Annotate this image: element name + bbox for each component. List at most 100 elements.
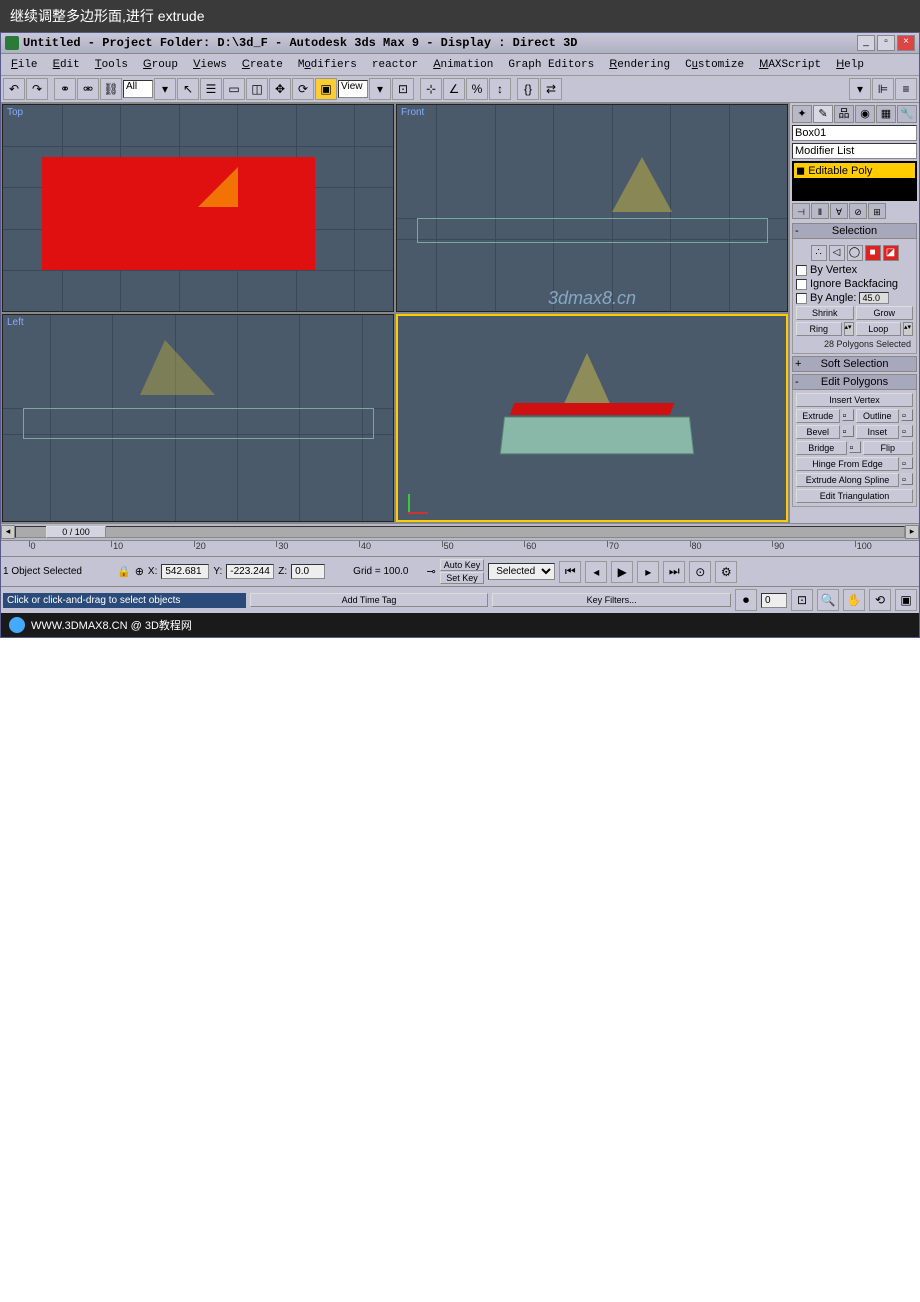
pan-icon[interactable]: ✋ bbox=[843, 589, 865, 611]
close-button[interactable]: × bbox=[897, 35, 915, 51]
time-next-icon[interactable]: ▸ bbox=[905, 525, 919, 539]
hinge-settings-icon[interactable]: ▫ bbox=[901, 457, 913, 469]
polygon-subobj-icon[interactable]: ■ bbox=[865, 245, 881, 261]
x-input[interactable] bbox=[161, 564, 209, 579]
edit-polygons-rollout-header[interactable]: -Edit Polygons bbox=[792, 374, 917, 390]
menu-reactor[interactable]: reactor bbox=[366, 57, 424, 73]
show-result-icon[interactable]: Ⅱ bbox=[811, 203, 829, 219]
menu-tools[interactable]: Tools bbox=[89, 56, 134, 73]
viewport-perspective[interactable] bbox=[396, 314, 788, 522]
mirror-button[interactable]: ⇄ bbox=[540, 78, 562, 100]
extrude-button[interactable]: Extrude bbox=[796, 409, 840, 423]
lock-icon[interactable]: 🔒 bbox=[117, 565, 131, 578]
named-sets-button[interactable]: {} bbox=[517, 78, 539, 100]
menu-customize[interactable]: Customize bbox=[679, 56, 750, 73]
key-filters-button[interactable]: Key Filters... bbox=[492, 593, 731, 607]
vertex-subobj-icon[interactable]: ∴ bbox=[811, 245, 827, 261]
z-input[interactable] bbox=[291, 564, 325, 579]
bevel-settings-icon[interactable]: ▫ bbox=[842, 425, 854, 437]
utilities-tab[interactable]: 🔧 bbox=[897, 105, 917, 123]
flip-button[interactable]: Flip bbox=[863, 441, 914, 455]
bridge-button[interactable]: Bridge bbox=[796, 441, 847, 455]
select-region-button[interactable]: ▭ bbox=[223, 78, 245, 100]
extrude-settings-icon[interactable]: ▫ bbox=[842, 409, 854, 421]
ignore-backfacing-checkbox[interactable] bbox=[796, 279, 807, 290]
min-max-icon[interactable]: ▣ bbox=[895, 589, 917, 611]
time-prev-icon[interactable]: ◂ bbox=[1, 525, 15, 539]
hierarchy-tab[interactable]: 品 bbox=[834, 105, 854, 123]
key-icon[interactable]: ⊸ bbox=[426, 565, 435, 578]
key-mode-icon[interactable]: ⊙ bbox=[689, 561, 711, 583]
modify-tab[interactable]: ✎ bbox=[813, 105, 833, 123]
time-config-icon[interactable]: ⚙ bbox=[715, 561, 737, 583]
bevel-button[interactable]: Bevel bbox=[796, 425, 840, 439]
menu-help[interactable]: Help bbox=[830, 56, 870, 73]
link-button[interactable]: ⚭ bbox=[54, 78, 76, 100]
extrude-spline-button[interactable]: Extrude Along Spline bbox=[796, 473, 899, 487]
window-crossing-button[interactable]: ◫ bbox=[246, 78, 268, 100]
loop-spinner[interactable]: ▴▾ bbox=[903, 322, 913, 336]
align-button[interactable]: ⊫ bbox=[872, 78, 894, 100]
menu-animation[interactable]: Animation bbox=[427, 56, 499, 73]
prev-frame-icon[interactable]: ◂ bbox=[585, 561, 607, 583]
y-input[interactable] bbox=[226, 564, 274, 579]
autokey-button[interactable]: Auto Key bbox=[440, 559, 485, 571]
undo-button[interactable]: ↶ bbox=[3, 78, 25, 100]
pivot-button[interactable]: ⊡ bbox=[392, 78, 414, 100]
time-slider-track[interactable]: 0 / 100 bbox=[15, 526, 905, 538]
restore-button[interactable]: ▫ bbox=[877, 35, 895, 51]
redo-button[interactable]: ↷ bbox=[26, 78, 48, 100]
menu-create[interactable]: Create bbox=[236, 56, 289, 73]
menu-group[interactable]: Group bbox=[137, 56, 184, 73]
by-angle-checkbox[interactable] bbox=[796, 293, 807, 304]
selection-rollout-header[interactable]: -Selection bbox=[792, 223, 917, 239]
menu-views[interactable]: Views bbox=[187, 56, 233, 73]
create-tab[interactable]: ✦ bbox=[792, 105, 812, 123]
setkey-button[interactable]: Set Key bbox=[440, 572, 485, 584]
viewport-front[interactable]: Front 3dmax8.cn bbox=[396, 104, 788, 312]
key-mode-dropdown[interactable]: Selected bbox=[488, 563, 555, 580]
pin-stack-icon[interactable]: ⊣ bbox=[792, 203, 810, 219]
bind-button[interactable]: ⛓ bbox=[100, 78, 122, 100]
insert-vertex-button[interactable]: Insert Vertex bbox=[796, 393, 913, 407]
modifier-stack[interactable]: ◼ Editable Poly bbox=[792, 161, 917, 201]
shrink-button[interactable]: Shrink bbox=[796, 306, 854, 320]
next-frame-icon[interactable]: ▸ bbox=[637, 561, 659, 583]
dropdown-icon[interactable]: ▾ bbox=[849, 78, 871, 100]
select-button[interactable]: ↖ bbox=[177, 78, 199, 100]
ring-button[interactable]: Ring bbox=[796, 322, 842, 336]
abs-transform-icon[interactable]: ⊕ bbox=[135, 565, 144, 578]
border-subobj-icon[interactable]: ◯ bbox=[847, 245, 863, 261]
move-button[interactable]: ✥ bbox=[269, 78, 291, 100]
soft-selection-rollout-header[interactable]: +Soft Selection bbox=[792, 356, 917, 372]
edge-subobj-icon[interactable]: ◁ bbox=[829, 245, 845, 261]
extrude-spline-settings-icon[interactable]: ▫ bbox=[901, 473, 913, 485]
unlink-button[interactable]: ⚮ bbox=[77, 78, 99, 100]
layers-button[interactable]: ≡ bbox=[895, 78, 917, 100]
menu-edit[interactable]: Edit bbox=[47, 56, 86, 73]
dropdown-icon[interactable]: ▾ bbox=[369, 78, 391, 100]
menu-rendering[interactable]: Rendering bbox=[603, 56, 676, 73]
ref-coord-system[interactable]: View bbox=[338, 80, 368, 98]
add-time-tag-button[interactable]: Add Time Tag bbox=[250, 593, 489, 607]
time-slider-thumb[interactable]: 0 / 100 bbox=[46, 526, 106, 538]
grow-button[interactable]: Grow bbox=[856, 306, 914, 320]
edit-tri-button[interactable]: Edit Triangulation bbox=[796, 489, 913, 503]
zoom-icon[interactable]: 🔍 bbox=[817, 589, 839, 611]
menu-file[interactable]: File bbox=[5, 56, 44, 73]
ring-spinner[interactable]: ▴▾ bbox=[844, 322, 854, 336]
inset-settings-icon[interactable]: ▫ bbox=[901, 425, 913, 437]
arc-rotate-icon[interactable]: ⟲ bbox=[869, 589, 891, 611]
display-tab[interactable]: ▦ bbox=[876, 105, 896, 123]
menu-grapheditors[interactable]: Graph Editors bbox=[502, 57, 600, 73]
menu-modifiers[interactable]: Modifiers bbox=[292, 56, 363, 73]
select-name-button[interactable]: ☰ bbox=[200, 78, 222, 100]
scale-button[interactable]: ▣ bbox=[315, 78, 337, 100]
percent-snap-button[interactable]: % bbox=[466, 78, 488, 100]
angle-snap-button[interactable]: ∠ bbox=[443, 78, 465, 100]
modifier-list-dropdown[interactable]: Modifier List bbox=[792, 143, 917, 159]
dropdown-icon[interactable]: ▾ bbox=[154, 78, 176, 100]
key-toggle-icon[interactable]: ⏺ bbox=[735, 589, 757, 611]
zoom-extents-icon[interactable]: ⊡ bbox=[791, 589, 813, 611]
motion-tab[interactable]: ◉ bbox=[855, 105, 875, 123]
